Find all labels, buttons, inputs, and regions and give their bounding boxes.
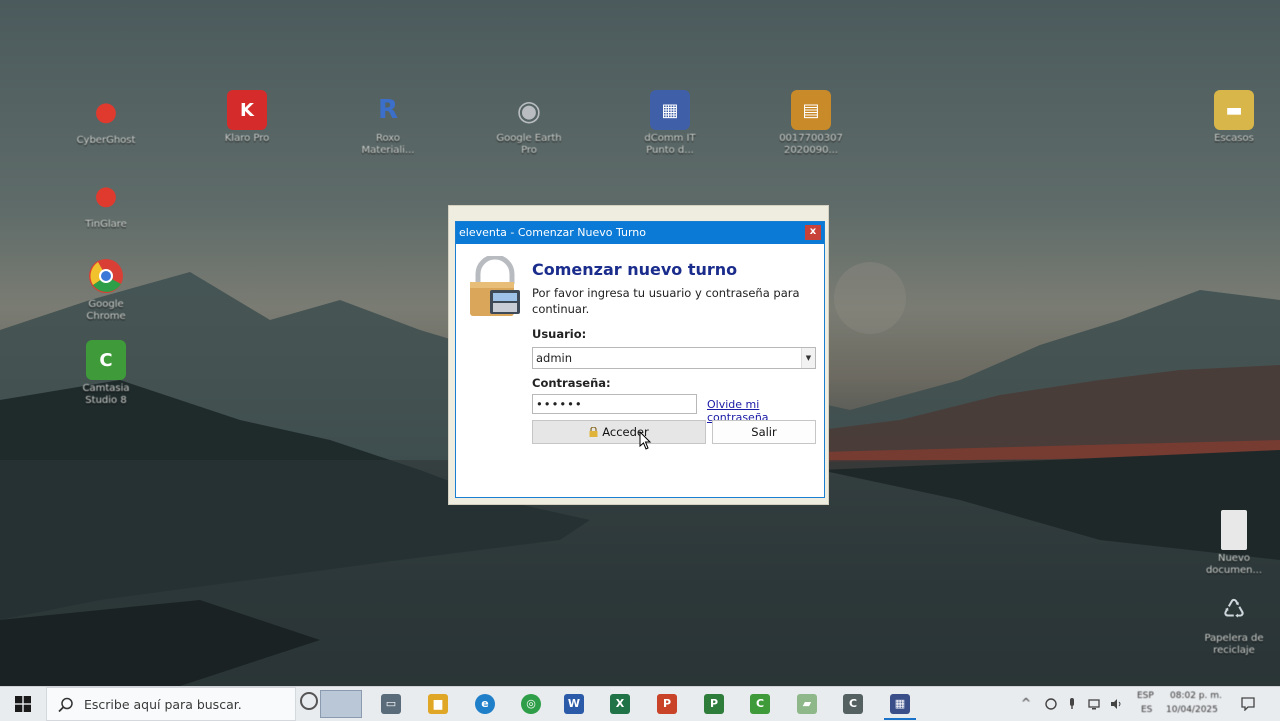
tinglare-icon: ●: [94, 181, 118, 211]
dialog-heading: Comenzar nuevo turno: [532, 260, 738, 279]
desktop-icon-label: Papelera de reciclaje: [1204, 633, 1264, 656]
desktop-icon-roxo[interactable]: R Roxo Materiali...: [350, 90, 426, 157]
salir-button[interactable]: Salir: [712, 420, 816, 444]
taskbar-search-box[interactable]: Escribe aquí para buscar.: [46, 687, 296, 721]
camtasia-icon: C: [86, 340, 126, 380]
lock-icon: [589, 427, 598, 437]
desktop-icon-label: TinGlare: [85, 219, 127, 230]
roxo-icon: R: [377, 95, 399, 125]
document-icon: [1221, 510, 1247, 550]
dialog-titlebar[interactable]: eleventa - Comenzar Nuevo Turno x: [456, 222, 824, 244]
google-earth-icon: ◉: [516, 93, 542, 127]
desktop-icon-tinglare[interactable]: ● TinGlare: [68, 176, 144, 231]
taskbar-app-recorder[interactable]: ▰: [797, 694, 817, 714]
start-button[interactable]: [0, 687, 46, 721]
desktop-icon-label: 0017700307 2020090...: [779, 133, 843, 156]
dialog-instructions: Por favor ingresa tu usuario y contraseñ…: [532, 286, 800, 316]
desktop-icon-google-earth[interactable]: ◉ Google Earth Pro: [491, 90, 567, 157]
cortana-button[interactable]: [300, 692, 318, 710]
klaro-icon: K: [227, 90, 267, 130]
tray-clock-date[interactable]: 10/04/2025: [1166, 705, 1218, 715]
mouse-cursor-icon: [639, 431, 652, 450]
contrasena-label: Contraseña:: [532, 376, 611, 390]
microphone-icon[interactable]: [1066, 698, 1078, 710]
taskbar-app-task-view[interactable]: ▭: [381, 694, 401, 714]
active-window-thumbnail[interactable]: [320, 690, 362, 718]
taskbar-app-project[interactable]: P: [704, 694, 724, 714]
dropdown-arrow-icon[interactable]: ▼: [801, 348, 815, 368]
desktop-icon-recycle-bin[interactable]: ♺ Papelera de reciclaje: [1196, 590, 1272, 657]
archive-icon: ▤: [791, 90, 831, 130]
network-icon[interactable]: [1088, 698, 1100, 710]
usuario-dropdown[interactable]: admin ▼: [532, 347, 816, 369]
desktop-icon-label: Google Chrome: [86, 299, 126, 322]
taskbar-app-eleventa[interactable]: ▦: [890, 694, 910, 714]
taskbar-app-file-explorer[interactable]: ▆: [428, 694, 448, 714]
login-dialog: eleventa - Comenzar Nuevo Turno x Comenz…: [455, 221, 825, 498]
desktop-icon-dcomm[interactable]: ▦ dComm IT Punto d...: [632, 90, 708, 157]
taskbar-app-camtasia[interactable]: C: [750, 694, 770, 714]
acceder-button[interactable]: Acceder: [532, 420, 706, 444]
desktop-icon-label: Escasos: [1214, 133, 1254, 144]
close-button[interactable]: x: [805, 225, 821, 240]
taskbar-app-excel[interactable]: X: [610, 694, 630, 714]
taskbar-app-powerpoint[interactable]: P: [657, 694, 677, 714]
desktop-icon-chrome[interactable]: Google Chrome: [68, 256, 144, 323]
dcomm-icon: ▦: [650, 90, 690, 130]
usuario-label: Usuario:: [532, 327, 587, 341]
tray-clock-time[interactable]: 08:02 p. m.: [1170, 691, 1222, 701]
usuario-value: admin: [536, 351, 573, 365]
desktop-icon-document-zip[interactable]: ▤ 0017700307 2020090...: [773, 90, 849, 157]
desktop-icon-label: Google Earth Pro: [496, 133, 562, 156]
windows-logo-icon: [15, 696, 31, 712]
desktop-icon-label: Roxo Materiali...: [361, 133, 415, 156]
desktop-icon-label: CyberGhost: [76, 135, 136, 146]
password-field[interactable]: ••••••: [532, 394, 697, 414]
taskbar-app-chrome[interactable]: ◎: [521, 694, 541, 714]
taskbar-app-word[interactable]: W: [564, 694, 584, 714]
padlock-register-icon: [470, 256, 520, 316]
desktop-icon-label: Camtasia Studio 8: [82, 383, 130, 406]
desktop-icon-cyberghost[interactable]: ● CyberGhost: [68, 92, 144, 147]
desktop-icon-nuevo-documento[interactable]: Nuevo documen...: [1196, 510, 1272, 577]
desktop-icon-camtasia[interactable]: C Camtasia Studio 8: [68, 340, 144, 407]
desktop-icon-label: Nuevo documen...: [1205, 553, 1263, 576]
chrome-icon: [86, 256, 126, 296]
desktop-icon-escasos[interactable]: ▬ Escasos: [1196, 90, 1272, 145]
desktop-icon-label: dComm IT Punto d...: [644, 133, 696, 156]
cyberghost-icon: ●: [94, 97, 118, 127]
language-indicator-top[interactable]: ESP: [1137, 691, 1154, 701]
taskbar-app-edge[interactable]: e: [475, 694, 495, 714]
taskbar: Escribe aquí para buscar. ▭ ▆ e ◎ W X P …: [0, 686, 1280, 721]
search-placeholder: Escribe aquí para buscar.: [84, 697, 242, 712]
language-indicator-bottom[interactable]: ES: [1141, 705, 1152, 715]
tray-chevron-up-icon[interactable]: ^: [1021, 696, 1031, 710]
dialog-title: eleventa - Comenzar Nuevo Turno: [459, 226, 647, 239]
search-icon: [58, 697, 73, 713]
recycle-bin-icon: ♺: [1222, 595, 1246, 625]
folder-icon: ▬: [1214, 90, 1254, 130]
tray-app-icon[interactable]: [1045, 698, 1057, 710]
desktop-icon-klaro[interactable]: K Klaro Pro: [209, 90, 285, 145]
volume-icon[interactable]: [1110, 698, 1122, 710]
taskbar-app-camtasia-studio[interactable]: C: [843, 694, 863, 714]
notifications-icon[interactable]: [1241, 697, 1255, 711]
desktop-icon-label: Klaro Pro: [224, 133, 270, 144]
